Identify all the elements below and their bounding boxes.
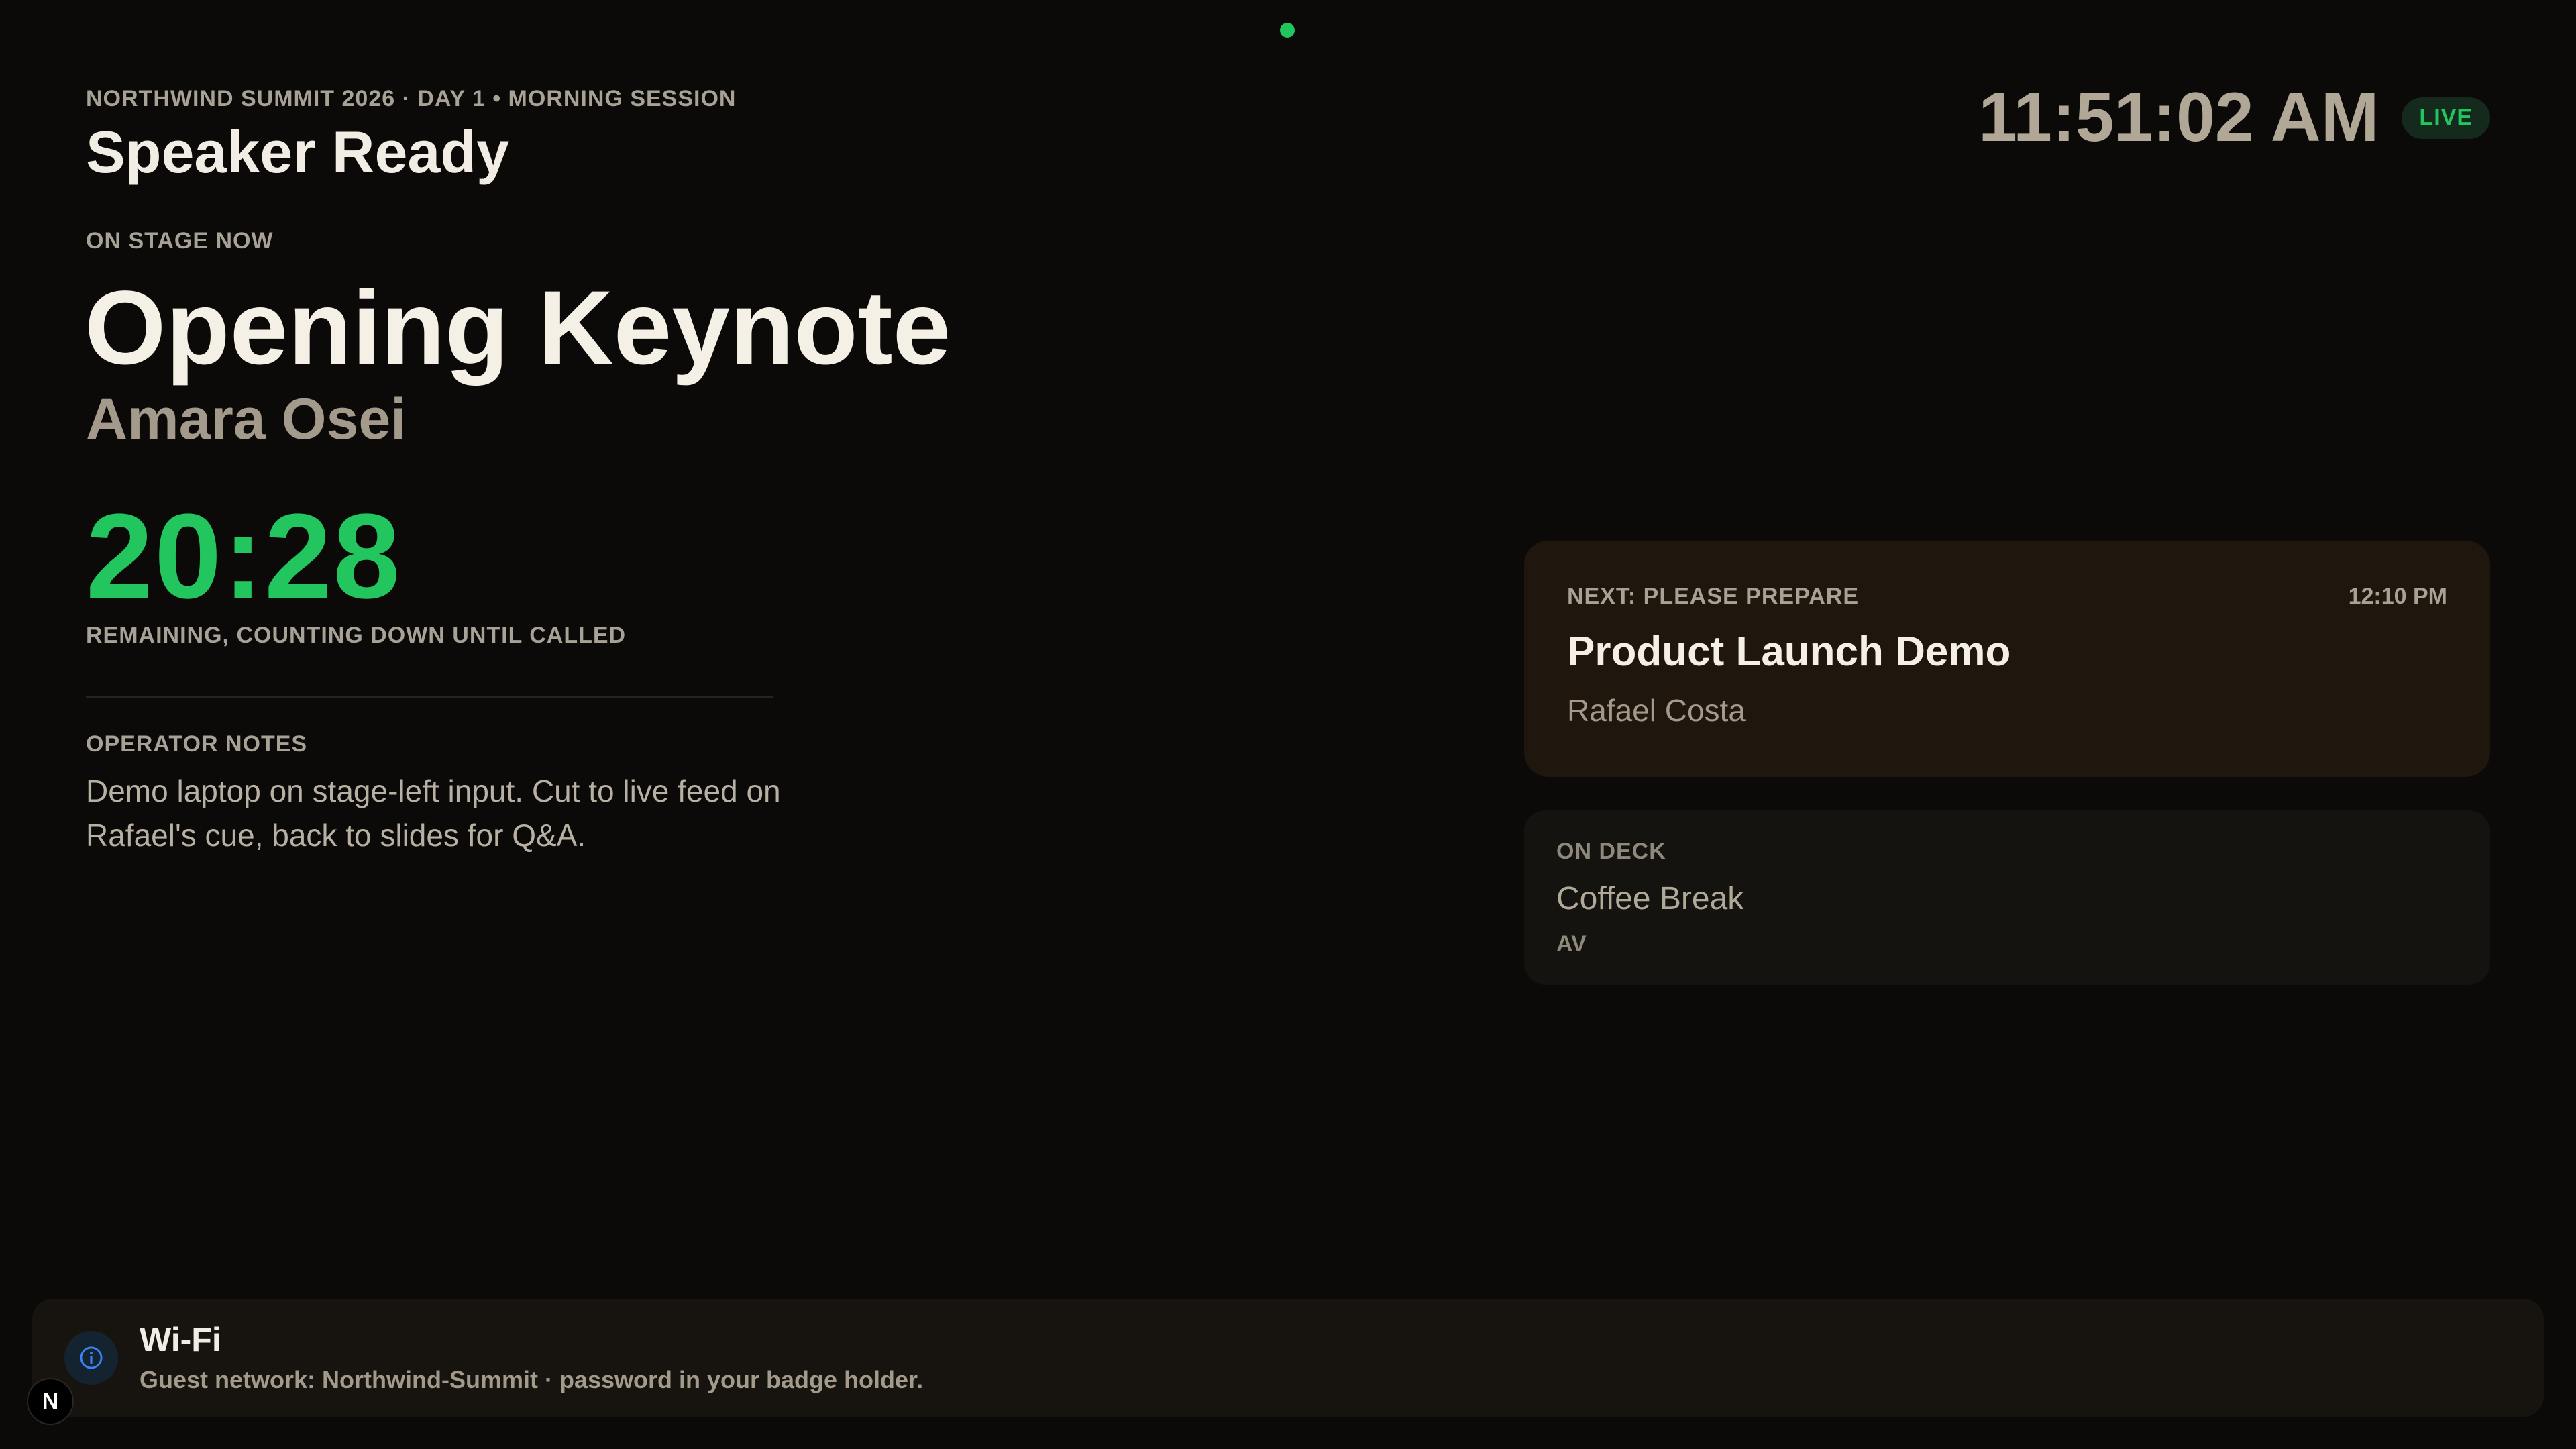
divider bbox=[86, 696, 773, 698]
speaker-ready-screen: NORTHWIND SUMMIT 2026 · DAY 1 • MORNING … bbox=[0, 0, 2576, 1449]
next-label: NEXT: PLEASE PREPARE bbox=[1567, 584, 1860, 609]
operator-notes-label: OPERATOR NOTES bbox=[86, 731, 308, 757]
info-icon bbox=[64, 1331, 118, 1385]
on-deck-label: ON DECK bbox=[1556, 839, 1666, 864]
current-speaker-name: Amara Osei bbox=[86, 387, 407, 451]
next-time: 12:10 PM bbox=[2348, 584, 2447, 609]
current-session-title: Opening Keynote bbox=[85, 270, 951, 386]
event-eyebrow: NORTHWIND SUMMIT 2026 · DAY 1 • MORNING … bbox=[86, 86, 737, 111]
countdown-timer: 20:28 bbox=[86, 489, 402, 624]
countdown-caption: REMAINING, COUNTING DOWN UNTIL CALLED bbox=[86, 623, 627, 648]
clock: 11:51:02 AM bbox=[1978, 78, 2379, 156]
app-logo-button[interactable]: N bbox=[27, 1378, 74, 1425]
banner-text: Guest network: Northwind-Summit · passwo… bbox=[140, 1366, 924, 1393]
announcement-banner: Wi-Fi Guest network: Northwind-Summit · … bbox=[32, 1299, 2544, 1417]
banner-title: Wi-Fi bbox=[140, 1321, 221, 1358]
operator-notes-text: Demo laptop on stage-left input. Cut to … bbox=[86, 773, 781, 853]
status-indicator-dot bbox=[1280, 23, 1295, 38]
on-stage-label: ON STAGE NOW bbox=[86, 228, 274, 254]
on-deck-card: ON DECK Coffee Break AV bbox=[1524, 810, 2490, 985]
clock-area: 11:51:02 AM LIVE bbox=[1978, 78, 2490, 158]
next-session-card: NEXT: PLEASE PREPARE 12:10 PM Product La… bbox=[1524, 541, 2490, 777]
next-session-title: Product Launch Demo bbox=[1567, 629, 2011, 675]
live-badge: LIVE bbox=[2402, 97, 2490, 139]
on-deck-subtitle: AV bbox=[1556, 931, 1587, 957]
next-speaker-name: Rafael Costa bbox=[1567, 693, 1746, 728]
page-title: Speaker Ready bbox=[86, 119, 510, 185]
on-deck-title: Coffee Break bbox=[1556, 881, 1744, 916]
